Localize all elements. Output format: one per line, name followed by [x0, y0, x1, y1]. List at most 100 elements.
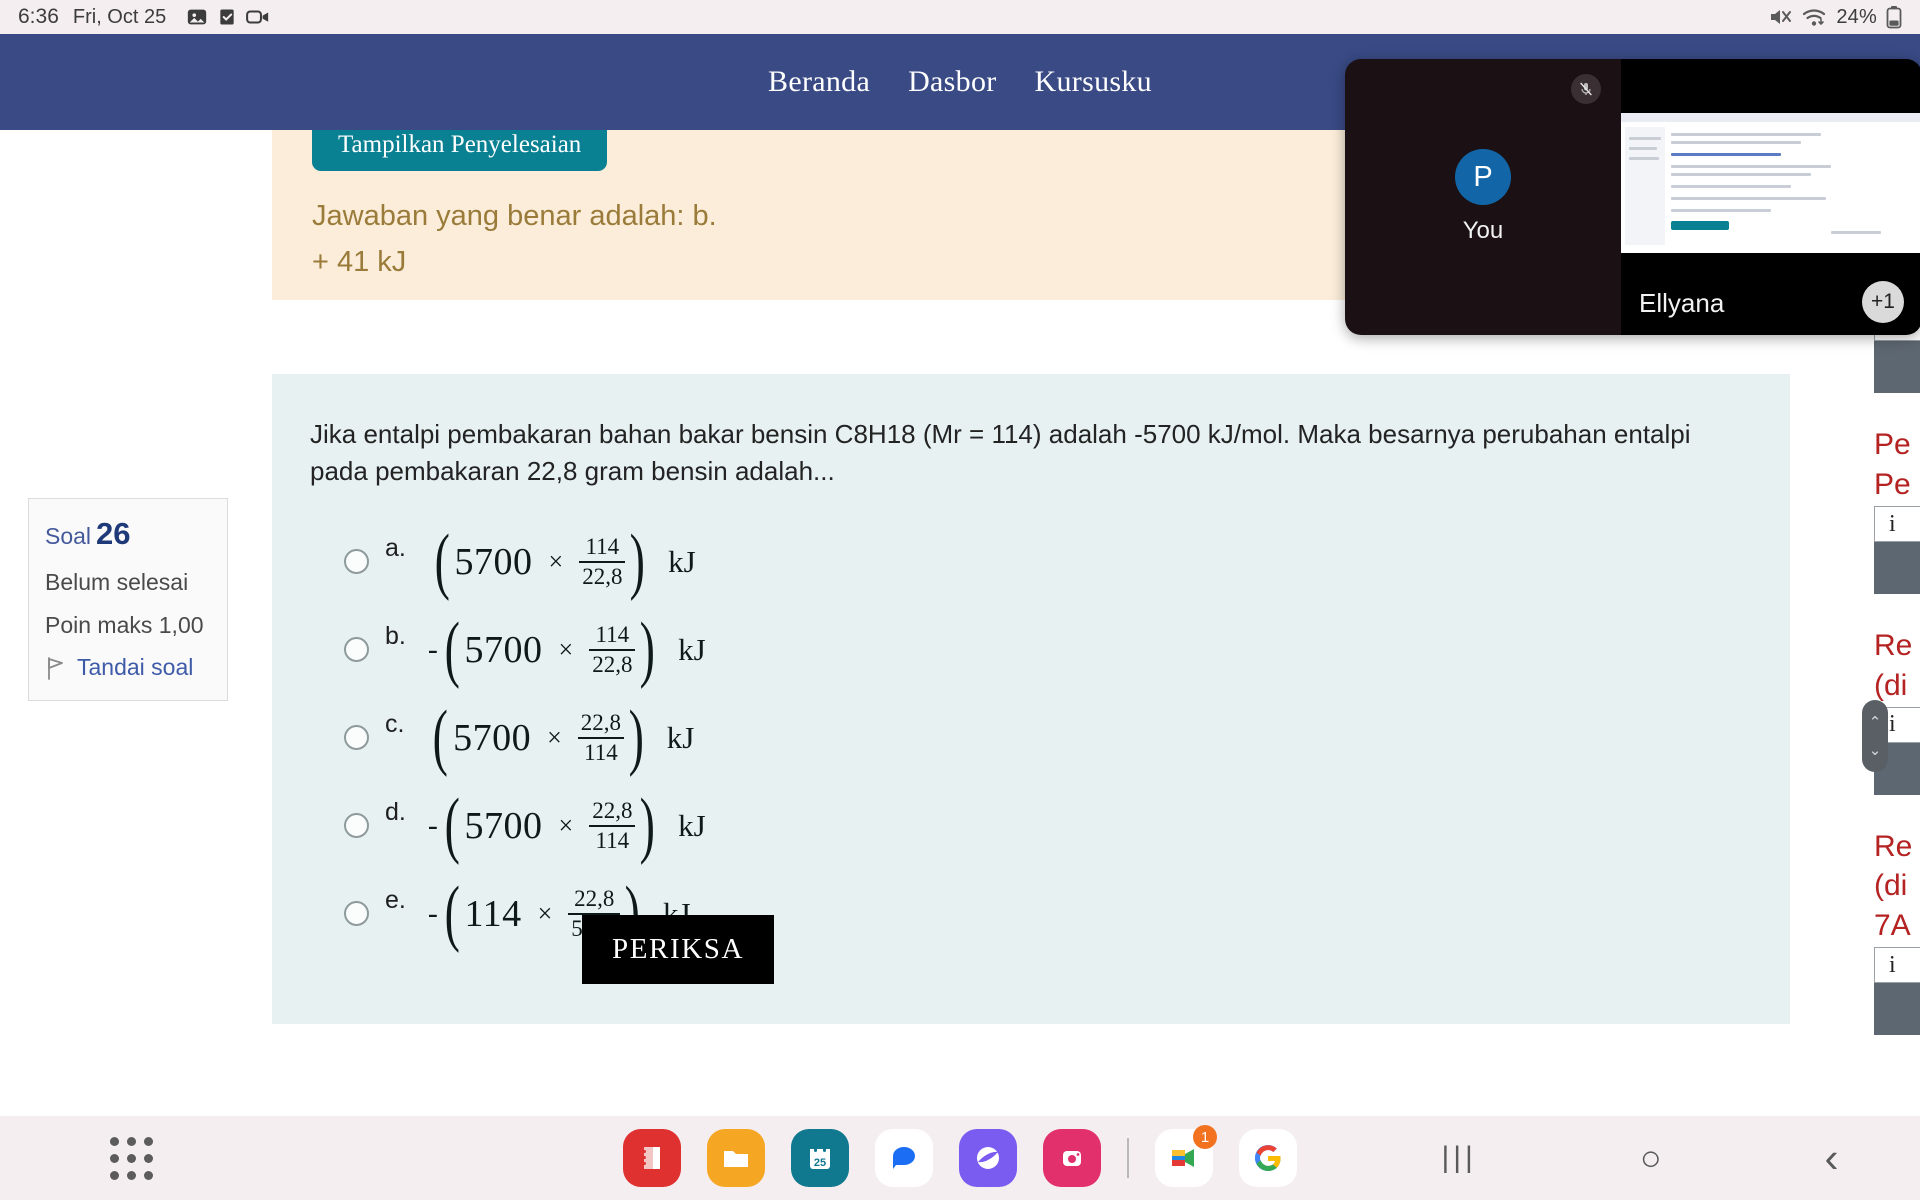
option-term: 5700	[454, 540, 533, 583]
nav-item-dasbor[interactable]: Dasbor	[908, 65, 996, 99]
video-camera-icon	[246, 10, 269, 24]
google-icon[interactable]	[1239, 1129, 1297, 1187]
section-input[interactable]	[1874, 947, 1920, 984]
meet-glyph	[1172, 1149, 1194, 1167]
right-panel-section: Pe Pe	[1874, 427, 1920, 595]
video-call-overlay[interactable]: P You Ellyana +1	[1345, 59, 1920, 335]
question-status: Belum selesai	[45, 568, 189, 595]
status-notification-icons	[186, 6, 270, 28]
option-unit: kJ	[678, 807, 706, 843]
option-term: 5700	[453, 716, 532, 759]
samsung-notes-icon[interactable]	[623, 1129, 681, 1187]
answer-option-c[interactable]: c. (5700 × 22,8 114) kJ	[310, 694, 1750, 782]
android-status-bar: 6:36 Fri, Oct 25 24%	[0, 0, 1920, 34]
mini-webpage-preview	[1621, 113, 1920, 253]
image-icon	[188, 9, 207, 25]
radio-button[interactable]	[344, 813, 369, 839]
section-block	[1874, 983, 1920, 1036]
message-bubble-glyph	[893, 1147, 915, 1169]
answer-option-e[interactable]: e.-(114×22,85700)kJ	[310, 870, 1750, 958]
answer-option-b[interactable]: b. -(5700 × 114 22,8) kJ	[310, 606, 1750, 694]
samsung-internet-icon[interactable]	[959, 1129, 1017, 1187]
right-paren: )	[640, 784, 656, 867]
android-navigation-buttons: ||| ○ ‹	[1360, 1134, 1920, 1182]
nav-item-kursusku[interactable]: Kursusku	[1035, 65, 1152, 99]
self-video-tile[interactable]: P You	[1345, 59, 1621, 335]
self-name-label: You	[1462, 217, 1504, 244]
back-button[interactable]: ‹	[1825, 1134, 1839, 1182]
mute-icon	[1771, 10, 1792, 24]
right-panel-section: Re (di 7A	[1874, 829, 1920, 1036]
chevron-up-small-icon: ⌃	[1868, 713, 1882, 731]
option-sign: -	[427, 808, 438, 842]
right-panel-scroll-handle[interactable]: ⌃ ⌄	[1862, 700, 1888, 772]
option-formula: (5700 × 22,8 114) kJ	[426, 696, 694, 779]
camera-glyph	[1063, 1151, 1081, 1166]
status-left: 6:36 Fri, Oct 25	[18, 5, 270, 29]
right-panel-sections: SisPePeRe(diRe(di7A	[1862, 230, 1920, 1036]
show-solution-button[interactable]: Tampilkan Penyelesaian	[312, 130, 608, 171]
question-text: Jika entalpi pembakaran bahan bakar bens…	[310, 419, 1691, 486]
fraction-denominator: 22,8	[592, 651, 633, 677]
question-points: Poin maks 1,00	[45, 611, 204, 638]
option-term: 114	[464, 892, 522, 935]
section-heading-line2: (di	[1874, 869, 1908, 903]
option-key: e.	[385, 885, 406, 914]
globe-glyph	[977, 1147, 999, 1169]
section-heading: Re	[1874, 629, 1913, 663]
meet-notification-badge: 1	[1193, 1125, 1217, 1149]
folder-glyph	[724, 1151, 748, 1167]
shared-screen-tile[interactable]: Ellyana +1	[1621, 59, 1920, 335]
left-paren: (	[444, 608, 460, 691]
multiply-icon: ×	[558, 810, 574, 840]
option-key: c.	[385, 709, 405, 738]
participants-overflow-badge[interactable]: +1	[1862, 281, 1904, 323]
question-number-row: Soal 26	[45, 515, 211, 554]
battery-percent: 24%	[1836, 5, 1877, 28]
option-formula: (5700 × 114 22,8) kJ	[428, 525, 696, 599]
flag-question-button[interactable]: Tandai soal	[45, 653, 211, 682]
wifi-icon	[1803, 9, 1826, 26]
google-g-glyph	[1254, 1145, 1281, 1172]
checkbox-icon	[220, 9, 234, 25]
fraction-bar	[577, 736, 625, 739]
calendar-icon[interactable]: 25	[791, 1129, 849, 1187]
mic-off-glyph	[1580, 82, 1592, 96]
section-input[interactable]	[1874, 506, 1920, 543]
my-files-icon[interactable]	[707, 1129, 765, 1187]
notes-glyph	[641, 1147, 660, 1169]
answer-option-a[interactable]: a. (5700 × 114 22,8) kJ	[310, 518, 1750, 606]
option-fraction: 22,8 114	[589, 798, 636, 853]
right-paren: )	[628, 696, 645, 779]
section-heading-line2: (di	[1874, 668, 1908, 702]
answer-option-d[interactable]: d. -(5700 × 22,8 114) kJ	[310, 782, 1750, 870]
question-info-card: Soal 26 Belum selesai Poin maks 1,00 Tand…	[28, 498, 228, 701]
option-unit: kJ	[678, 631, 706, 667]
option-sign: -	[427, 896, 438, 930]
fraction-numerator: 22,8	[580, 709, 622, 735]
radio-button[interactable]	[344, 549, 369, 575]
multiply-icon: ×	[558, 634, 574, 664]
radio-button[interactable]	[344, 901, 369, 927]
recents-button[interactable]: |||	[1441, 1141, 1476, 1175]
android-taskbar: 25 1 ||| ○ ‹	[0, 1116, 1920, 1200]
option-fraction: 114 22,8	[579, 534, 626, 589]
left-paren: (	[433, 696, 449, 779]
multiply-icon: ×	[548, 546, 564, 576]
soal-number: 26	[96, 516, 131, 551]
option-formula: -(5700 × 22,8 114) kJ	[427, 784, 706, 867]
instagram-icon[interactable]	[1043, 1129, 1101, 1187]
answer-options-list: a.(5700 × 114 22,8) kJ b. -(5700 × 114 22,8) kJ c.(…	[310, 518, 1750, 958]
soal-label: Soal	[45, 523, 92, 549]
periksa-button[interactable]: PERIKSA	[582, 915, 775, 984]
left-paren: (	[444, 872, 460, 955]
participant-name-label: Ellyana	[1639, 288, 1725, 318]
radio-button[interactable]	[344, 725, 369, 751]
right-paren: )	[640, 608, 656, 691]
nav-item-beranda[interactable]: Beranda	[768, 65, 870, 99]
home-button[interactable]: ○	[1640, 1137, 1662, 1179]
messages-icon[interactable]	[875, 1129, 933, 1187]
radio-button[interactable]	[344, 637, 369, 663]
google-meet-icon[interactable]: 1	[1155, 1125, 1217, 1187]
fraction-denominator: 114	[584, 739, 618, 765]
